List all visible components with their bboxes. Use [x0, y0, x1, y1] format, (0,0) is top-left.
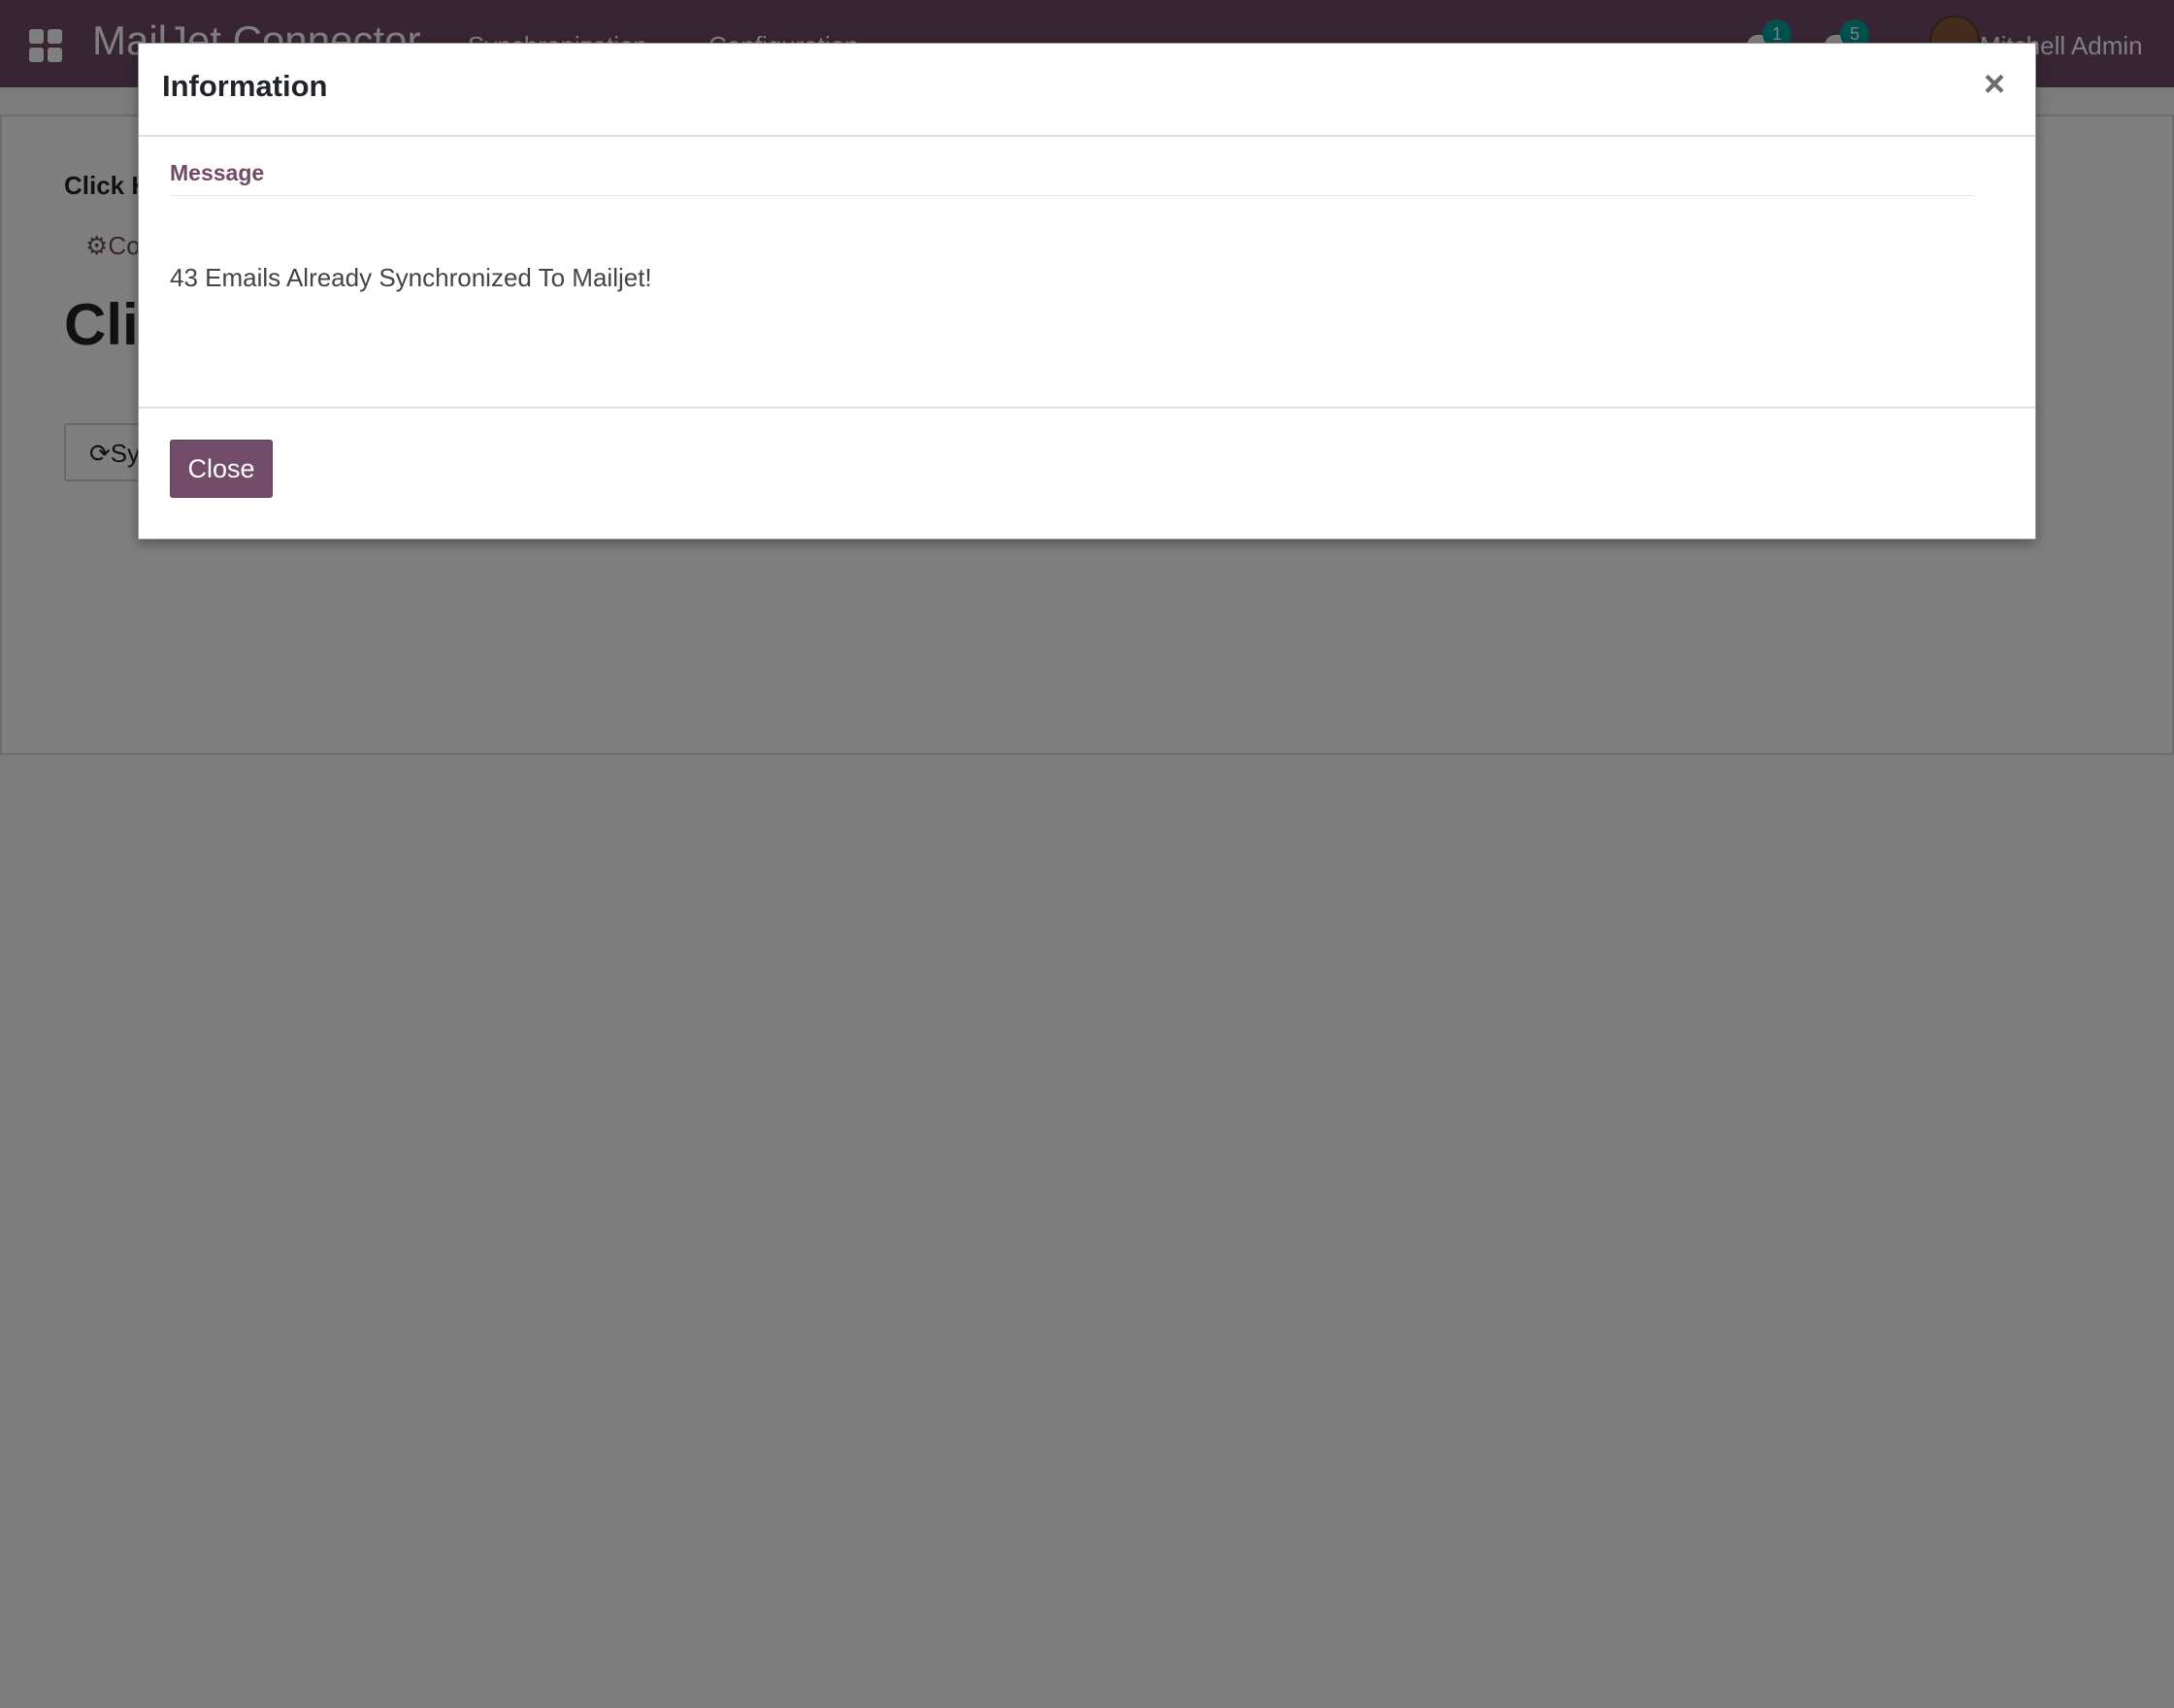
field-separator	[170, 195, 1975, 196]
modal-header: Information ×	[139, 44, 2035, 137]
information-dialog: Information × Message 43 Emails Already …	[138, 43, 2036, 540]
modal-footer	[139, 407, 2035, 541]
message-field-value: 43 Emails Already Synchronized To Mailje…	[170, 263, 652, 292]
close-icon[interactable]: ×	[1977, 65, 2012, 104]
message-field-label: Message	[170, 160, 265, 185]
modal-title: Information	[162, 69, 328, 103]
close-button[interactable]: Close	[170, 440, 273, 498]
